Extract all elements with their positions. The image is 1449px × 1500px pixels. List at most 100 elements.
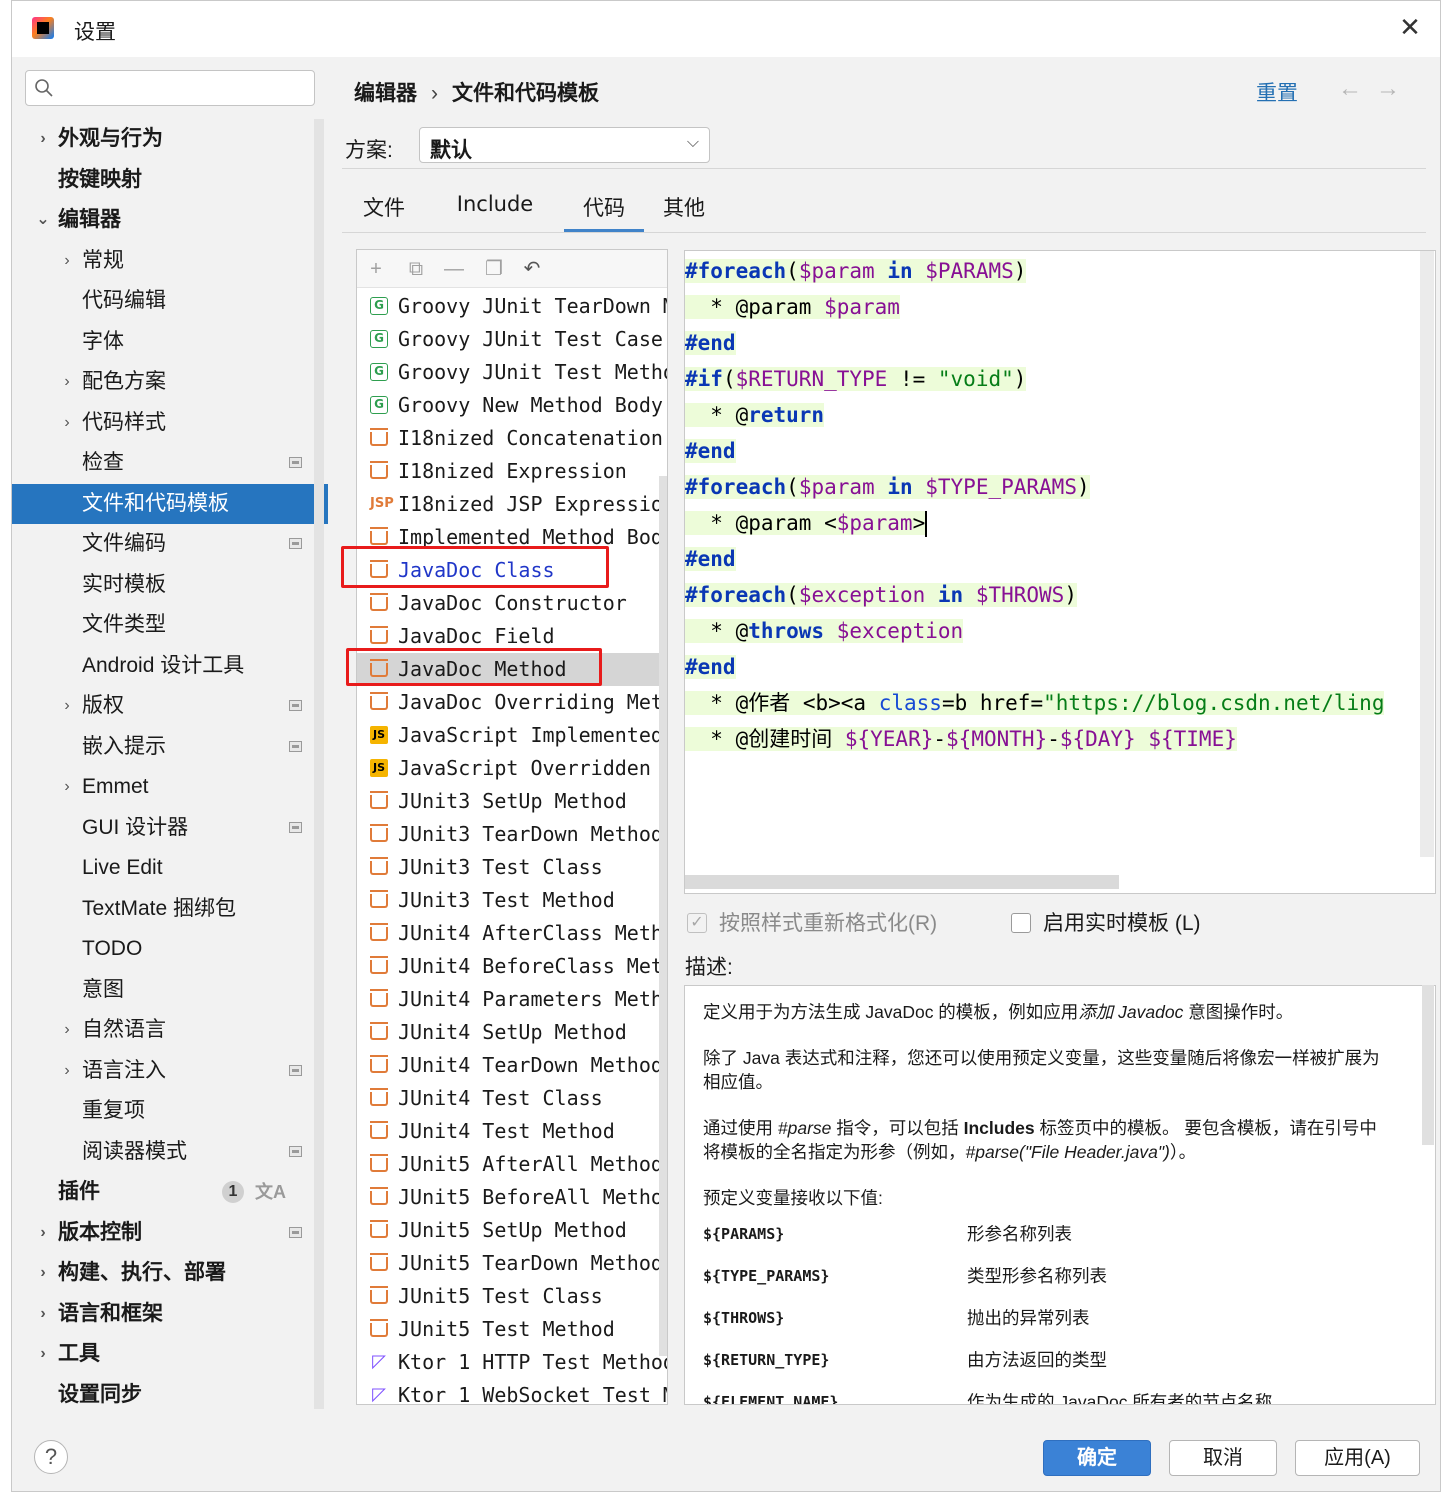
reset-link[interactable]: 重置 (1256, 77, 1298, 107)
sidebar-item[interactable]: GUI 设计器 (12, 808, 328, 849)
template-item[interactable]: JUnit4 TearDown Method (357, 1049, 667, 1082)
template-item[interactable]: G Groovy JUnit TearDown Method (357, 290, 667, 323)
chevron-right-icon[interactable]: › (58, 1051, 76, 1092)
sidebar-item[interactable]: 文件编码 (12, 524, 328, 565)
template-item[interactable]: JUnit5 Test Method (357, 1313, 667, 1346)
sidebar-item[interactable]: 意图 (12, 970, 328, 1011)
sidebar-item[interactable]: › 外观与行为 (12, 119, 328, 160)
editor-vertical-scrollbar[interactable] (1420, 251, 1434, 857)
template-item[interactable]: JUnit4 Parameters Method (357, 983, 667, 1016)
tab-other[interactable]: 其他 (652, 192, 716, 232)
sidebar-item[interactable]: › 版权 (12, 686, 328, 727)
sidebar-item[interactable]: › 工具 (12, 1334, 328, 1375)
sidebar-item[interactable]: 检查 (12, 443, 328, 484)
apply-button[interactable]: 应用(A) (1295, 1440, 1420, 1476)
template-item[interactable]: JS JavaScript Implemented Method Body (357, 719, 667, 752)
scheme-dropdown[interactable]: 默认 ⌵ (419, 127, 710, 163)
sidebar-item[interactable]: Live Edit (12, 848, 328, 889)
template-item[interactable]: JUnit5 SetUp Method (357, 1214, 667, 1247)
sidebar-item[interactable]: ⌄ 编辑器 (12, 200, 328, 241)
chevron-right-icon[interactable]: › (34, 1213, 52, 1254)
chevron-right-icon[interactable]: › (34, 1334, 52, 1375)
chevron-right-icon[interactable]: › (58, 241, 76, 282)
sidebar-item[interactable]: 代码编辑 (12, 281, 328, 322)
chevron-right-icon[interactable]: › (58, 767, 76, 808)
forward-arrow-icon[interactable]: → (1376, 75, 1400, 103)
description-scrollbar[interactable] (1422, 985, 1434, 1145)
template-item[interactable]: ◸ Ktor 1 WebSocket Test Method (357, 1379, 667, 1404)
reset-icon[interactable]: ↶ (521, 258, 543, 280)
add-child-icon[interactable]: ⧉ (405, 258, 427, 280)
template-item[interactable]: JUnit3 Test Method (357, 884, 667, 917)
template-item[interactable]: JUnit5 Test Class (357, 1280, 667, 1313)
sidebar-item[interactable]: 字体 (12, 322, 328, 363)
template-item[interactable]: I18nized Expression (357, 455, 667, 488)
tab-include[interactable]: Include (436, 192, 554, 232)
sidebar-item[interactable]: › 语言和框架 (12, 1294, 328, 1335)
template-item[interactable]: JUnit4 BeforeClass Method (357, 950, 667, 983)
template-list-scrollbar[interactable] (659, 476, 667, 1356)
template-item[interactable]: JavaDoc Class (357, 554, 667, 587)
live-template-checkbox[interactable] (1011, 913, 1031, 933)
copy-icon[interactable]: ❐ (483, 258, 505, 280)
sidebar-item[interactable]: TextMate 捆绑包 (12, 889, 328, 930)
tab-code[interactable]: 代码 (564, 192, 644, 232)
template-item[interactable]: Implemented Method Body (357, 521, 667, 554)
template-item[interactable]: JUnit3 TearDown Method (357, 818, 667, 851)
template-item[interactable]: JavaDoc Field (357, 620, 667, 653)
chevron-right-icon[interactable]: › (34, 119, 52, 160)
template-item[interactable]: JSP I18nized JSP Expression (357, 488, 667, 521)
sidebar-item[interactable]: 插件 1 文A (12, 1172, 328, 1213)
chevron-right-icon[interactable]: › (58, 1010, 76, 1051)
sidebar-item[interactable]: 文件和代码模板 (12, 483, 328, 524)
reformat-checkbox[interactable]: ✓ (687, 913, 707, 933)
template-item[interactable]: JUnit3 SetUp Method (357, 785, 667, 818)
template-item[interactable]: I18nized Concatenation (357, 422, 667, 455)
template-item[interactable]: JS JavaScript Overridden Method Body (357, 752, 667, 785)
sidebar-item[interactable]: 文件类型 (12, 605, 328, 646)
cancel-button[interactable]: 取消 (1169, 1440, 1277, 1476)
settings-search-input[interactable] (25, 70, 315, 106)
sidebar-item[interactable]: › 自然语言 (12, 1010, 328, 1051)
template-item[interactable]: JUnit4 Test Class (357, 1082, 667, 1115)
template-item[interactable]: JavaDoc Constructor (357, 587, 667, 620)
chevron-right-icon[interactable]: › (58, 686, 76, 727)
breadcrumb-editor[interactable]: 编辑器 (354, 82, 417, 105)
sidebar-item[interactable]: › Emmet (12, 767, 328, 808)
sidebar-item[interactable]: TODO (12, 929, 328, 970)
template-item[interactable]: JUnit4 SetUp Method (357, 1016, 667, 1049)
chevron-right-icon[interactable]: › (58, 362, 76, 403)
back-arrow-icon[interactable]: ← (1338, 75, 1362, 103)
chevron-right-icon[interactable]: › (34, 1253, 52, 1294)
sidebar-item[interactable]: 重复项 (12, 1091, 328, 1132)
search-field[interactable] (66, 75, 306, 101)
template-item[interactable]: JavaDoc Overriding Method (357, 686, 667, 719)
chevron-right-icon[interactable]: › (34, 1294, 52, 1335)
tab-files[interactable]: 文件 (348, 192, 420, 232)
template-item[interactable]: JUnit5 TearDown Method (357, 1247, 667, 1280)
template-item[interactable]: JavaDoc Method (357, 653, 667, 686)
template-item[interactable]: G Groovy JUnit Test Case (357, 323, 667, 356)
chevron-right-icon[interactable]: › (58, 403, 76, 444)
template-item[interactable]: ◸ Ktor 1 HTTP Test Method (357, 1346, 667, 1379)
close-icon[interactable]: ✕ (1396, 13, 1424, 41)
sidebar-item[interactable]: › 版本控制 (12, 1213, 328, 1254)
template-item[interactable]: JUnit4 Test Method (357, 1115, 667, 1148)
sidebar-item[interactable]: 按键映射 (12, 160, 328, 201)
sidebar-item[interactable]: 阅读器模式 (12, 1132, 328, 1173)
sidebar-item[interactable]: › 常规 (12, 241, 328, 282)
sidebar-item[interactable]: Android 设计工具 (12, 646, 328, 687)
template-code-editor[interactable]: #foreach($param in $PARAMS) * @param $pa… (684, 250, 1436, 894)
help-button[interactable]: ? (34, 1440, 68, 1474)
add-icon[interactable]: + (365, 258, 387, 280)
template-item[interactable]: JUnit5 AfterAll Method (357, 1148, 667, 1181)
chevron-down-icon[interactable]: ⌄ (34, 200, 52, 241)
sidebar-item[interactable]: 设置同步 (12, 1375, 328, 1416)
sidebar-item[interactable]: 嵌入提示 (12, 727, 328, 768)
sidebar-item[interactable]: › 语言注入 (12, 1051, 328, 1092)
sidebar-item[interactable]: › 代码样式 (12, 403, 328, 444)
template-item[interactable]: G Groovy New Method Body (357, 389, 667, 422)
sidebar-item[interactable]: › 配色方案 (12, 362, 328, 403)
sidebar-item[interactable]: › 构建、执行、部署 (12, 1253, 328, 1294)
ok-button[interactable]: 确定 (1043, 1440, 1151, 1476)
